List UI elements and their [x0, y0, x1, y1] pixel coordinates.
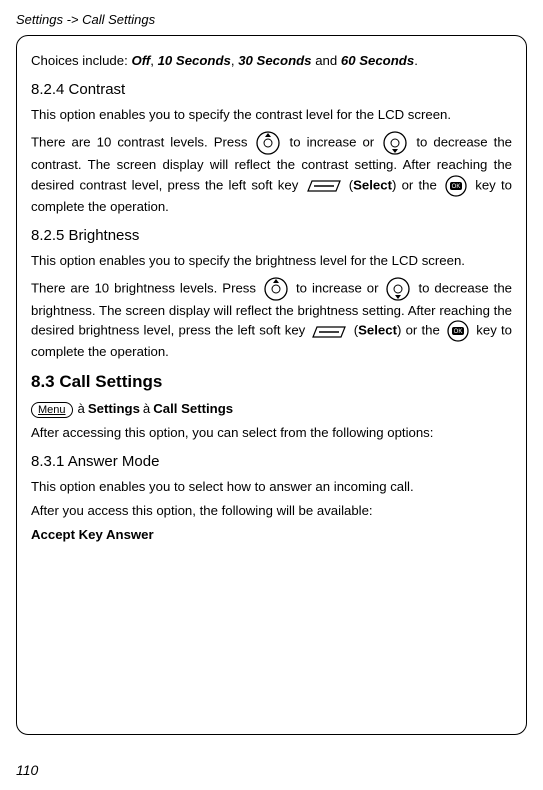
- contrast-t2: to increase or: [290, 134, 381, 149]
- answer-after: After you access this option, the follow…: [31, 502, 512, 520]
- accept-key-answer: Accept Key Answer: [31, 526, 512, 544]
- crumb-settings: Settings: [88, 401, 140, 416]
- brightness-t2: to increase or: [296, 280, 384, 295]
- contrast-t5: ) or the: [392, 177, 442, 192]
- svg-text:OK: OK: [454, 329, 463, 335]
- svg-text:OK: OK: [452, 184, 461, 190]
- left-softkey-icon: [306, 176, 342, 195]
- select-label-1: Select: [353, 177, 392, 192]
- sep1: ,: [150, 53, 157, 68]
- choice-60: 60 Seconds: [341, 53, 414, 68]
- arrow-icon: à: [140, 401, 153, 416]
- ok-key-icon: OK: [446, 319, 470, 343]
- heading-answer-mode: 8.3.1 Answer Mode: [31, 452, 512, 472]
- nav-down-icon: [385, 276, 411, 302]
- menu-breadcrumb: MenuàSettingsàCall Settings: [31, 400, 512, 418]
- ok-key-icon: OK: [444, 174, 468, 198]
- page-number: 110: [16, 762, 38, 778]
- brightness-t1: There are 10 brightness levels. Press: [31, 280, 261, 295]
- choices-prefix: Choices include:: [31, 53, 131, 68]
- contrast-body: There are 10 contrast levels. Press to i…: [31, 130, 512, 216]
- heading-call-settings: 8.3 Call Settings: [31, 371, 512, 394]
- contrast-t1: There are 10 contrast levels. Press: [31, 134, 253, 149]
- nav-up-icon: [263, 276, 289, 302]
- choice-30: 30 Seconds: [238, 53, 311, 68]
- call-after: After accessing this option, you can sel…: [31, 424, 512, 442]
- choice-10: 10 Seconds: [158, 53, 231, 68]
- left-softkey-icon: [311, 322, 347, 341]
- nav-up-icon: [255, 130, 281, 156]
- brightness-t5: ) or the: [397, 323, 444, 338]
- heading-brightness: 8.2.5 Brightness: [31, 226, 512, 246]
- brightness-lead: This option enables you to specify the b…: [31, 252, 512, 270]
- content-box: Choices include: Off, 10 Seconds, 30 Sec…: [16, 35, 527, 735]
- contrast-lead: This option enables you to specify the c…: [31, 106, 512, 124]
- heading-contrast: 8.2.4 Contrast: [31, 80, 512, 100]
- arrow-icon: à: [75, 401, 88, 416]
- menu-pill: Menu: [31, 402, 73, 418]
- crumb-call-settings: Call Settings: [153, 401, 233, 416]
- header-breadcrumb: Settings -> Call Settings: [16, 12, 527, 27]
- brightness-body: There are 10 brightness levels. Press to…: [31, 276, 512, 362]
- and: and: [312, 53, 341, 68]
- answer-lead: This option enables you to select how to…: [31, 478, 512, 496]
- choice-off: Off: [131, 53, 150, 68]
- period1: .: [414, 53, 418, 68]
- nav-down-icon: [382, 130, 408, 156]
- select-label-2: Select: [358, 323, 397, 338]
- choices-line: Choices include: Off, 10 Seconds, 30 Sec…: [31, 52, 512, 70]
